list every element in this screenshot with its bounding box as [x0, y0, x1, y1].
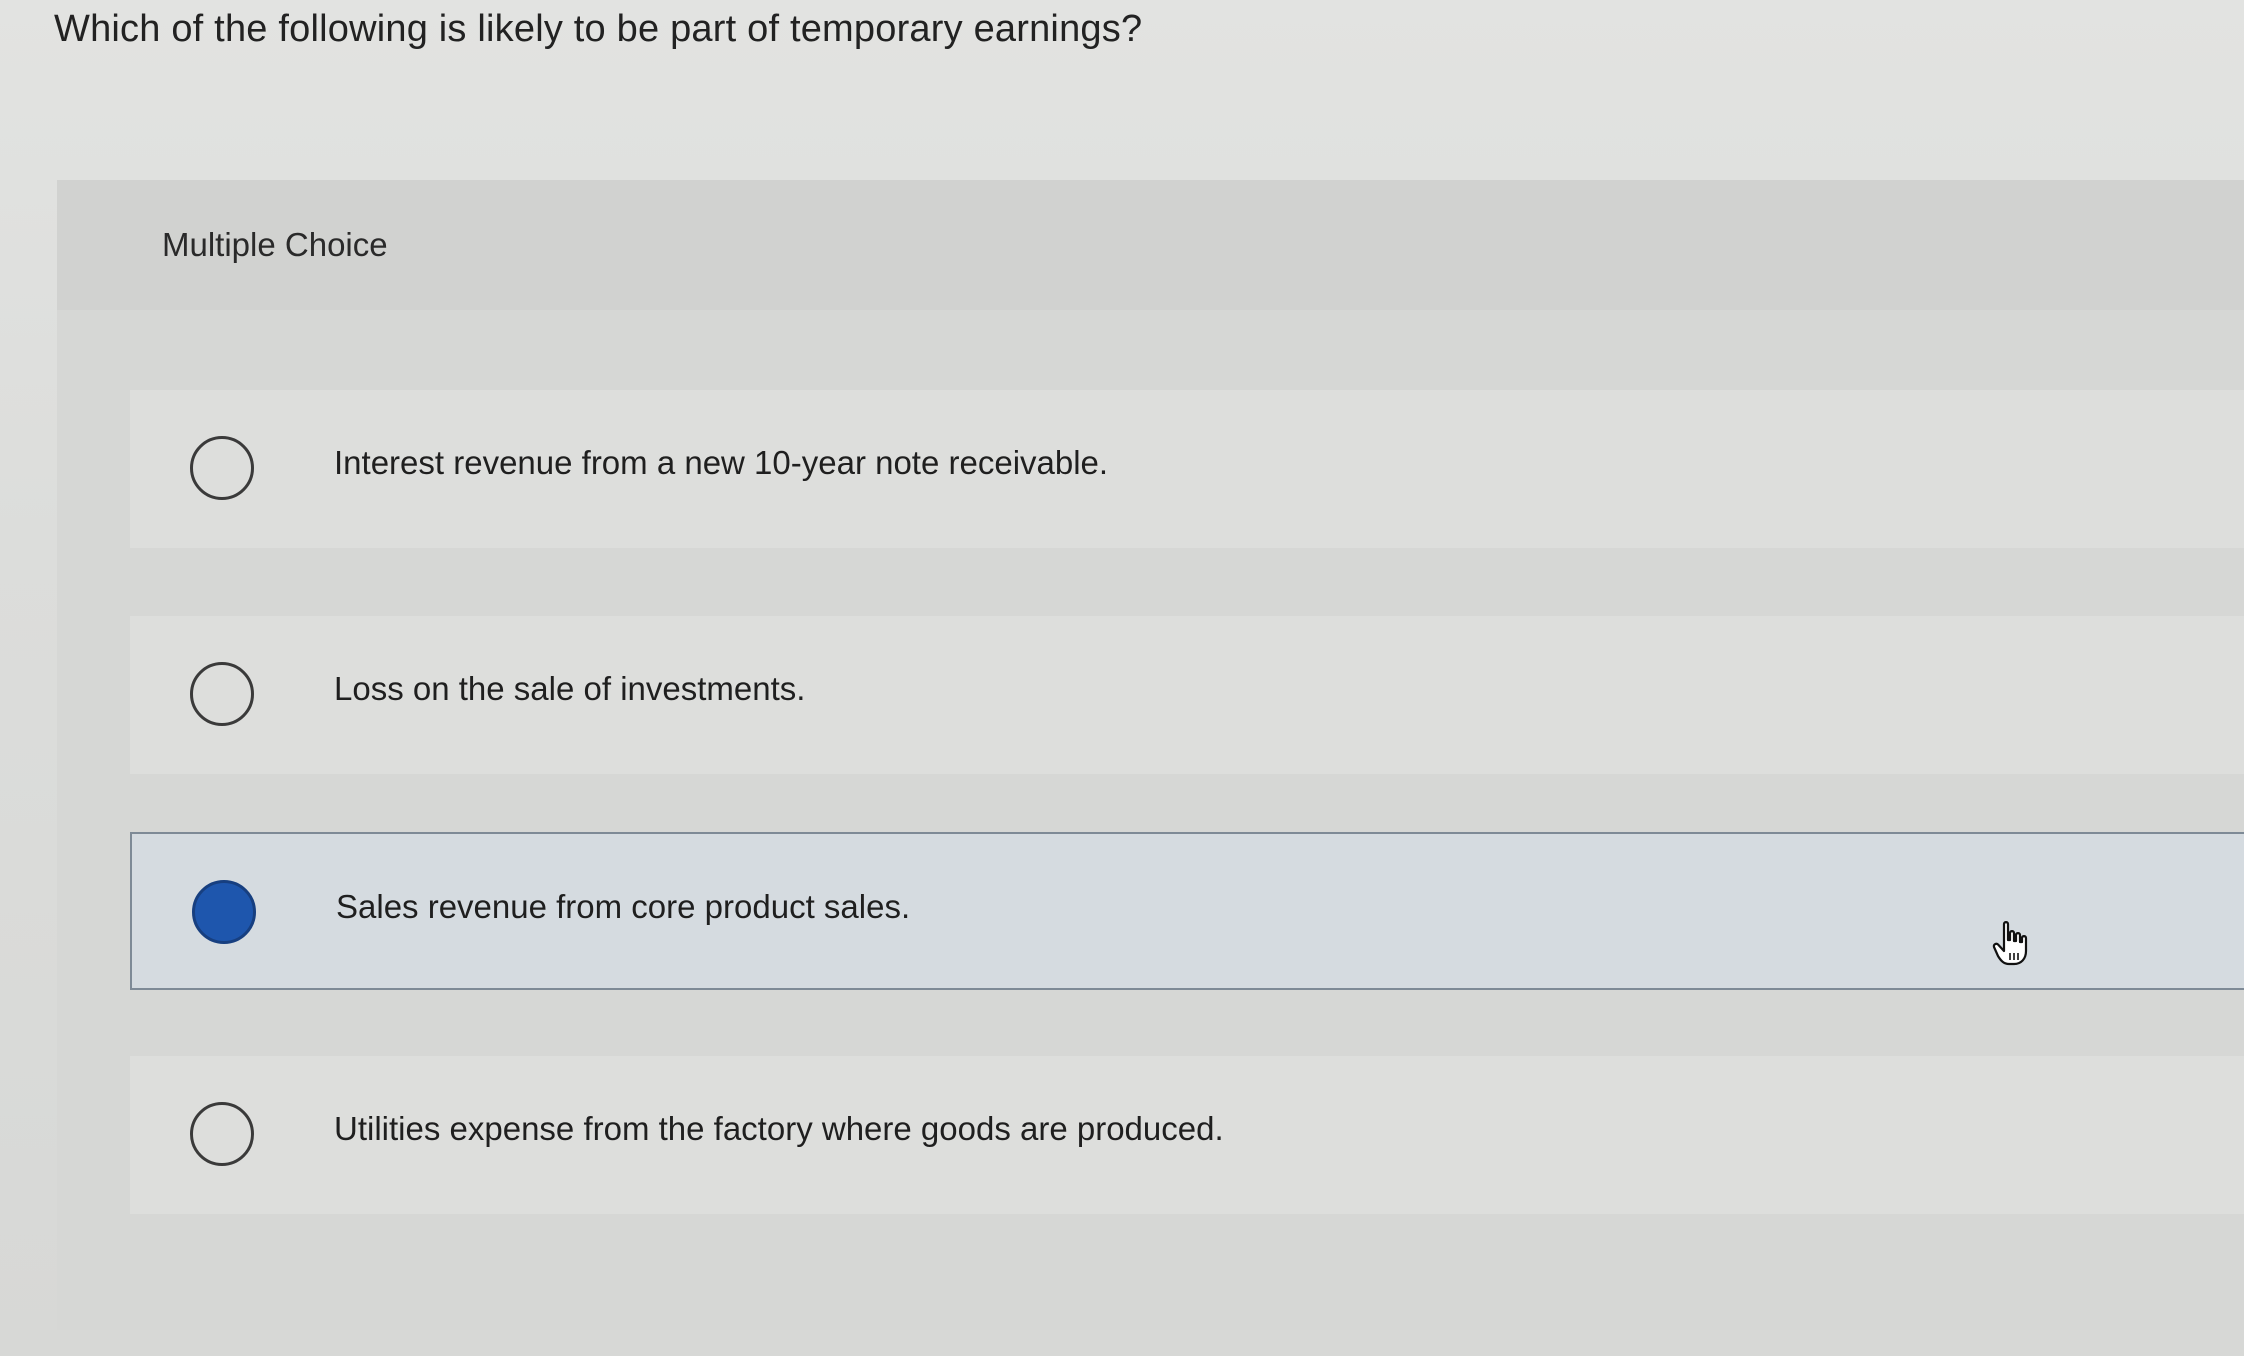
radio-button[interactable]: [190, 1102, 254, 1166]
choice-text: Interest revenue from a new 10-year note…: [334, 444, 1109, 481]
radio-button[interactable]: [190, 662, 254, 726]
choice-option-4[interactable]: Utilities expense from the factory where…: [130, 1056, 2244, 1214]
question-text: Which of the following is likely to be p…: [54, 8, 1143, 50]
choice-text: Loss on the sale of investments.: [334, 670, 806, 707]
choice-option-3[interactable]: Sales revenue from core product sales.: [130, 832, 2244, 990]
choice-text: Utilities expense from the factory where…: [334, 1110, 1224, 1147]
panel-header: Multiple Choice: [57, 180, 2244, 310]
hand-pointer-icon: [1992, 921, 2028, 966]
choice-text: Sales revenue from core product sales.: [336, 888, 911, 925]
radio-button-selected[interactable]: [192, 880, 256, 944]
radio-button[interactable]: [190, 436, 254, 500]
choice-option-1[interactable]: Interest revenue from a new 10-year note…: [130, 390, 2244, 548]
choice-option-2[interactable]: Loss on the sale of investments.: [130, 616, 2244, 774]
panel-label: Multiple Choice: [162, 226, 388, 263]
